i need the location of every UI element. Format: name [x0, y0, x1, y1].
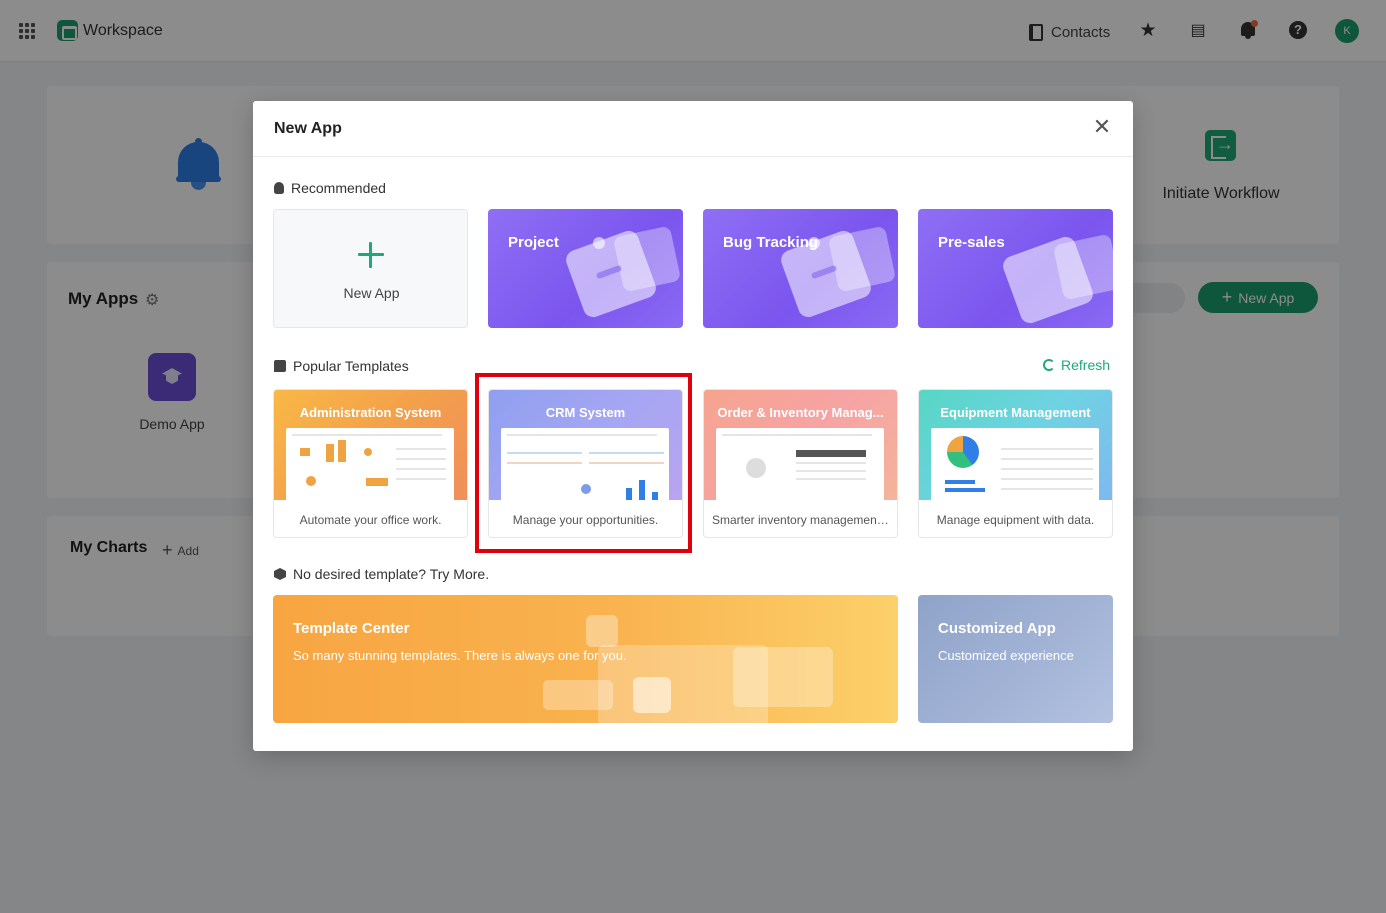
recommended-card-bug-tracking[interactable]: Bug Tracking — [703, 209, 898, 328]
modal-header: New App ✕ — [253, 101, 1133, 157]
recommended-card-title: Project — [508, 234, 559, 251]
template-card-header: Administration System — [274, 390, 467, 500]
template-card-header: Equipment Management — [919, 390, 1112, 500]
template-card-title: Order & Inventory Manag... — [717, 405, 884, 420]
template-center-subtitle: So many stunning templates. There is alw… — [293, 648, 627, 663]
new-app-card[interactable]: New App — [273, 209, 468, 328]
template-card-description: Manage equipment with data. — [936, 513, 1095, 527]
customized-app-title: Customized App — [938, 620, 1056, 637]
template-card-equipment[interactable]: Equipment Management Manage equipment wi… — [918, 389, 1113, 538]
popular-templates-label: Popular Templates — [293, 358, 409, 374]
recommended-card-title: Pre-sales — [938, 234, 1005, 251]
template-card-order-inventory[interactable]: Order & Inventory Manag... Smarter inven… — [703, 389, 898, 538]
template-card-title: Equipment Management — [940, 405, 1091, 420]
template-card-description: Smarter inventory management... — [712, 513, 891, 527]
box-icon — [274, 568, 286, 580]
thumbs-up-icon — [274, 360, 286, 372]
popular-templates-section-label: Popular Templates — [274, 358, 409, 374]
customized-app-card[interactable]: Customized App Customized experience — [918, 595, 1113, 723]
more-templates-label: No desired template? Try More. — [293, 566, 490, 582]
template-card-administration[interactable]: Administration System Automate your offi… — [273, 389, 468, 538]
modal-title: New App — [274, 120, 342, 137]
recommended-card-pre-sales[interactable]: Pre-sales — [918, 209, 1113, 328]
highlight-box — [475, 373, 692, 553]
customized-app-subtitle: Customized experience — [938, 648, 1074, 663]
template-center-title: Template Center — [293, 620, 410, 637]
template-center-card[interactable]: Template Center So many stunning templat… — [273, 595, 898, 723]
lightbulb-icon — [274, 182, 284, 194]
refresh-button[interactable]: Refresh — [1043, 357, 1110, 373]
new-app-card-label: New App — [343, 285, 400, 301]
template-preview — [931, 428, 1099, 500]
recommended-card-title: Bug Tracking — [723, 234, 819, 251]
close-icon[interactable]: ✕ — [1091, 116, 1113, 138]
refresh-label: Refresh — [1061, 357, 1111, 373]
template-preview — [716, 428, 884, 500]
template-preview — [286, 428, 454, 500]
more-templates-section-label: No desired template? Try More. — [274, 566, 489, 582]
new-app-modal: New App ✕ Recommended New App Project Bu… — [253, 101, 1133, 751]
plus-icon — [356, 240, 386, 270]
recommended-card-project[interactable]: Project — [488, 209, 683, 328]
template-card-title: Administration System — [299, 405, 442, 420]
template-card-description: Automate your office work. — [299, 513, 442, 527]
recommended-label: Recommended — [291, 180, 386, 196]
refresh-icon — [1043, 359, 1055, 371]
recommended-section-label: Recommended — [274, 180, 386, 196]
template-card-header: Order & Inventory Manag... — [704, 390, 897, 500]
